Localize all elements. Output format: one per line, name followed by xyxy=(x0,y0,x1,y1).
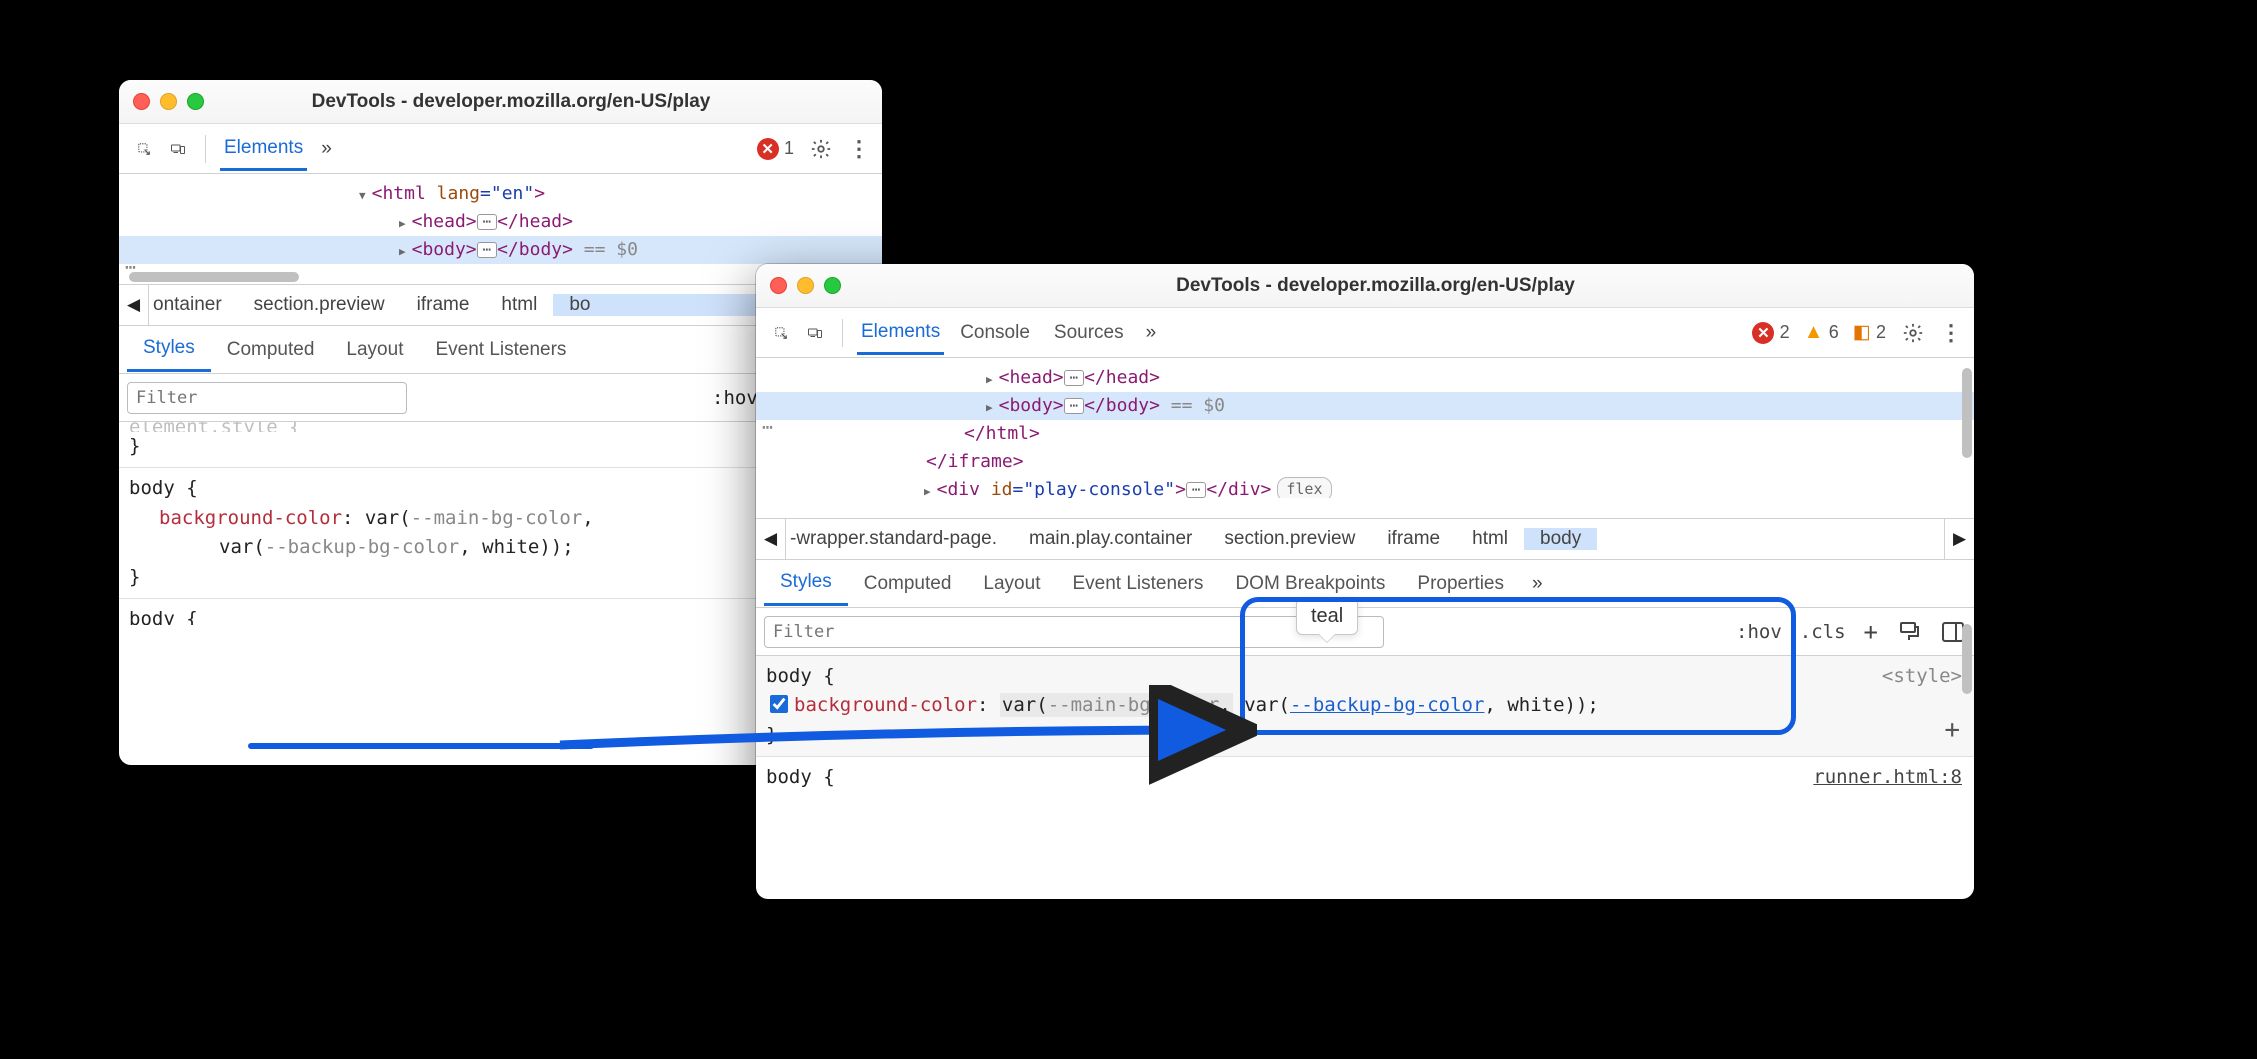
hover-toggle[interactable]: :hov xyxy=(712,387,758,409)
warning-icon: ▲ xyxy=(1804,321,1824,343)
breadcrumb-item[interactable]: ontainer xyxy=(149,294,238,316)
maximize-icon[interactable] xyxy=(824,277,841,294)
more-tabs-icon[interactable]: » xyxy=(315,134,338,164)
tab-styles[interactable]: Styles xyxy=(764,561,848,606)
scrollbar-vertical[interactable] xyxy=(1962,368,1972,458)
annotation-underline xyxy=(248,743,594,749)
separator xyxy=(842,319,843,347)
drag-handle-icon[interactable]: ⋯ xyxy=(756,414,781,442)
filter-input[interactable] xyxy=(127,382,407,414)
rule-selector[interactable]: body { xyxy=(766,763,1964,792)
dom-line[interactable]: <div id="play-console">⋯</div>flex xyxy=(756,476,1974,498)
maximize-icon[interactable] xyxy=(187,93,204,110)
error-indicator[interactable]: ✕ 1 xyxy=(757,138,794,160)
tab-event-listeners[interactable]: Event Listeners xyxy=(1056,563,1219,605)
style-rule-body-2[interactable]: runner.html:8 body { xyxy=(756,757,1974,792)
tab-layout[interactable]: Layout xyxy=(967,563,1056,605)
more-tabs-icon[interactable]: » xyxy=(1140,318,1163,348)
annotation-highlight xyxy=(1240,597,1796,735)
dom-line-selected[interactable]: <body>⋯</body> == $0 xyxy=(756,392,1974,420)
device-toggle-icon[interactable] xyxy=(802,320,828,346)
breadcrumb-item[interactable]: section.preview xyxy=(1208,528,1371,550)
error-icon: ✕ xyxy=(1752,322,1774,344)
dom-tree[interactable]: <head>⋯</head> <body>⋯</body> == $0 </ht… xyxy=(756,358,1974,518)
breadcrumb-bar: ◀ -wrapper.standard-page. main.play.cont… xyxy=(756,518,1974,560)
tab-console[interactable]: Console xyxy=(952,312,1038,354)
declaration-toggle[interactable] xyxy=(770,695,788,713)
minimize-icon[interactable] xyxy=(160,93,177,110)
tab-layout[interactable]: Layout xyxy=(330,329,419,371)
breadcrumb-item[interactable]: section.preview xyxy=(238,294,401,316)
dom-line[interactable]: <html lang="en"> xyxy=(119,180,882,208)
breadcrumb-item[interactable]: main.play.container xyxy=(1013,528,1208,550)
new-rule-icon[interactable]: + xyxy=(1864,618,1878,646)
breadcrumb-item-selected[interactable]: body xyxy=(1524,528,1597,550)
scrollbar-horizontal[interactable] xyxy=(129,272,299,282)
error-indicator[interactable]: ✕ 2 xyxy=(1752,322,1789,344)
inspect-icon[interactable] xyxy=(131,136,157,162)
kebab-menu-icon[interactable]: ⋮ xyxy=(1940,320,1962,346)
dom-line[interactable]: </html> xyxy=(756,420,1974,448)
breadcrumb-scroll-right[interactable]: ▶ xyxy=(1944,519,1974,559)
info-indicator[interactable]: ◧ 2 xyxy=(1853,321,1886,344)
kebab-menu-icon[interactable]: ⋮ xyxy=(848,136,870,162)
dom-line[interactable]: <head>⋯</head> xyxy=(119,208,882,236)
breadcrumb-item[interactable]: -wrapper.standard-page. xyxy=(786,528,1013,550)
devtools-window-right: DevTools - developer.mozilla.org/en-US/p… xyxy=(756,264,1974,899)
breadcrumb-item[interactable]: iframe xyxy=(1371,528,1456,550)
info-icon: ◧ xyxy=(1853,322,1871,343)
paint-icon[interactable] xyxy=(1896,619,1922,645)
close-icon[interactable] xyxy=(770,277,787,294)
tab-computed[interactable]: Computed xyxy=(211,329,331,371)
device-toggle-icon[interactable] xyxy=(165,136,191,162)
gear-icon[interactable] xyxy=(1900,320,1926,346)
main-toolbar: Elements Console Sources » ✕ 2 ▲ 6 ◧ 2 ⋮ xyxy=(756,308,1974,358)
expand-ellipsis[interactable]: ⋯ xyxy=(1064,398,1084,414)
breadcrumb-item[interactable]: html xyxy=(1456,528,1524,550)
titlebar[interactable]: DevTools - developer.mozilla.org/en-US/p… xyxy=(119,80,882,124)
close-icon[interactable] xyxy=(133,93,150,110)
expand-ellipsis[interactable]: ⋯ xyxy=(477,214,497,230)
window-title: DevTools - developer.mozilla.org/en-US/p… xyxy=(851,275,1900,297)
rule-source[interactable]: <style> xyxy=(1882,662,1962,691)
breadcrumb-scroll-left[interactable]: ◀ xyxy=(119,285,149,325)
breadcrumb-scroll-left[interactable]: ◀ xyxy=(756,519,786,559)
breadcrumb-item[interactable]: html xyxy=(485,294,553,316)
gear-icon[interactable] xyxy=(808,136,834,162)
cls-toggle[interactable]: .cls xyxy=(1800,621,1846,643)
warning-indicator[interactable]: ▲ 6 xyxy=(1804,321,1839,344)
scrollbar-vertical[interactable] xyxy=(1962,624,1972,694)
tab-elements[interactable]: Elements xyxy=(220,127,307,171)
tab-computed[interactable]: Computed xyxy=(848,563,968,605)
breadcrumb-item[interactable]: iframe xyxy=(401,294,486,316)
expand-ellipsis[interactable]: ⋯ xyxy=(1186,482,1206,498)
tab-styles[interactable]: Styles xyxy=(127,327,211,372)
add-declaration-icon[interactable]: + xyxy=(1944,710,1960,750)
dom-line-selected[interactable]: <body>⋯</body> == $0 xyxy=(119,236,882,264)
tab-elements[interactable]: Elements xyxy=(857,311,944,355)
error-icon: ✕ xyxy=(757,138,779,160)
tab-sources[interactable]: Sources xyxy=(1046,312,1132,354)
expand-ellipsis[interactable]: ⋯ xyxy=(477,242,497,258)
expand-ellipsis[interactable]: ⋯ xyxy=(1064,370,1084,386)
separator xyxy=(205,135,206,163)
window-title: DevTools - developer.mozilla.org/en-US/p… xyxy=(214,91,808,113)
rule-source-link[interactable]: runner.html:8 xyxy=(1813,763,1962,792)
tab-event-listeners[interactable]: Event Listeners xyxy=(419,329,582,371)
inspect-icon[interactable] xyxy=(768,320,794,346)
minimize-icon[interactable] xyxy=(797,277,814,294)
main-toolbar: Elements » ✕ 1 ⋮ xyxy=(119,124,882,174)
dom-line[interactable]: <head>⋯</head> xyxy=(756,364,1974,392)
dom-line[interactable]: </iframe> xyxy=(756,448,1974,476)
flex-badge[interactable]: flex xyxy=(1277,477,1331,498)
titlebar[interactable]: DevTools - developer.mozilla.org/en-US/p… xyxy=(756,264,1974,308)
